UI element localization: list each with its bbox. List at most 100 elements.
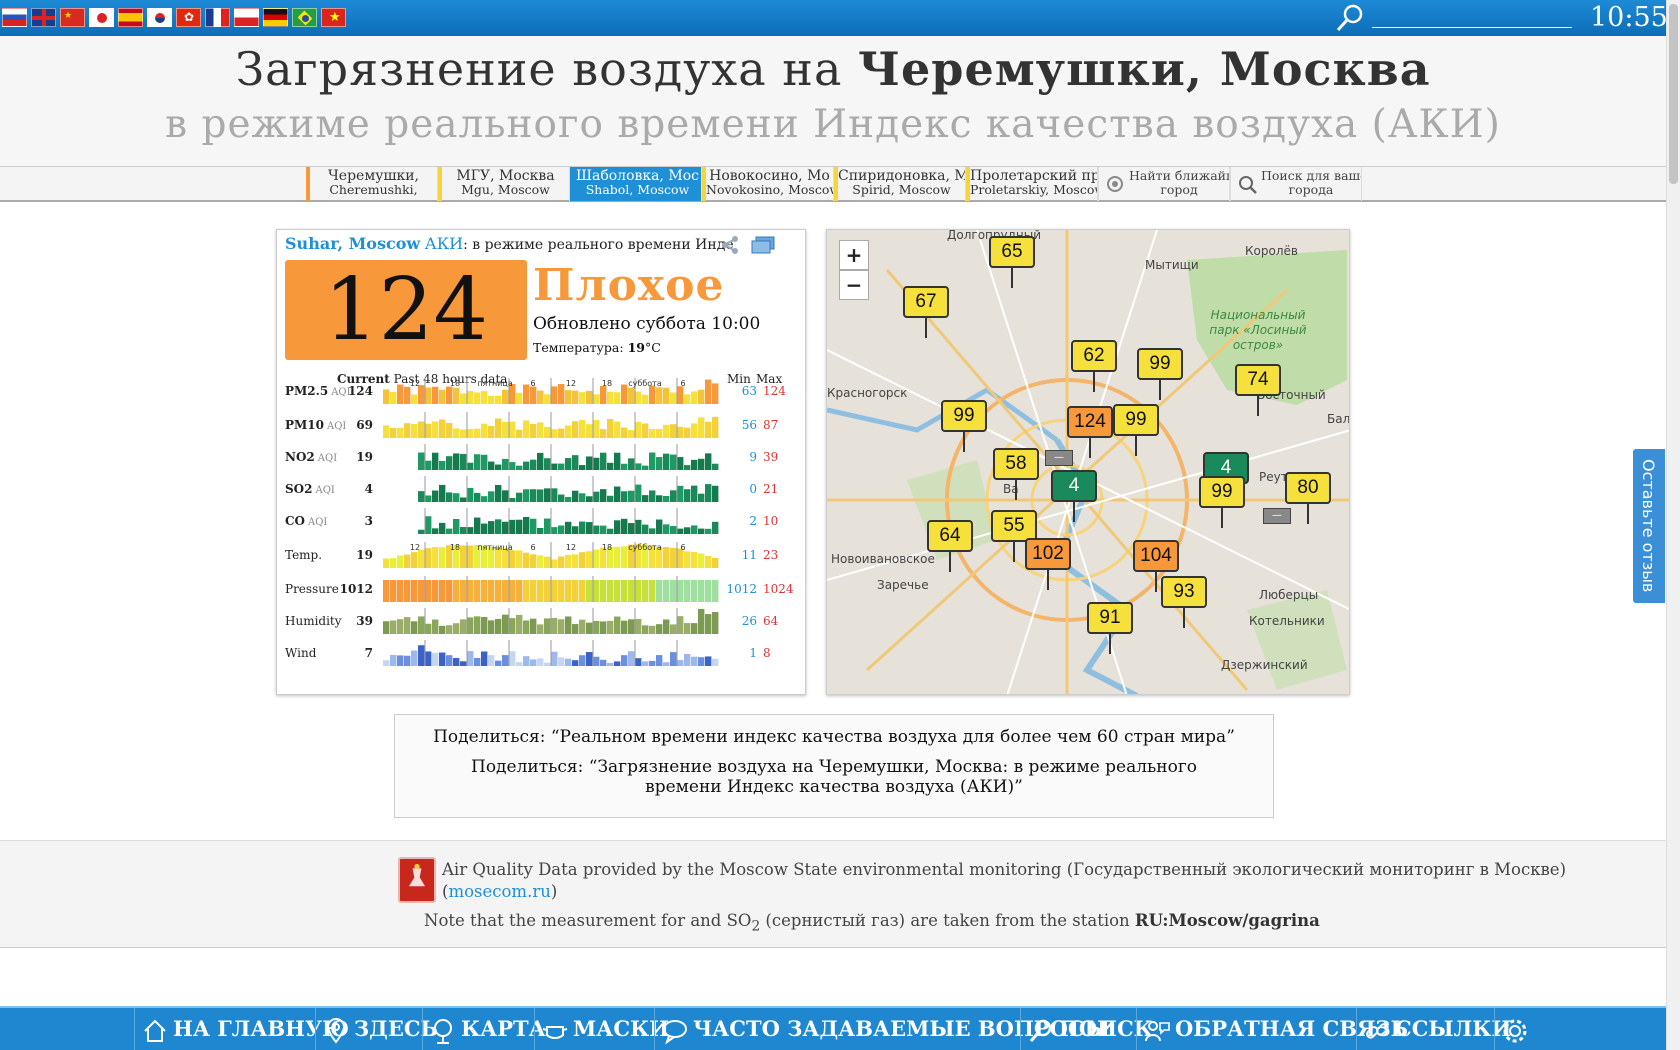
map-marker-grey[interactable]: — <box>1263 508 1291 524</box>
history-bar <box>446 625 453 634</box>
flag-hongkong-icon[interactable]: ✿ <box>176 8 201 27</box>
nav-settings-button[interactable] <box>1494 1008 1533 1050</box>
min-value: 9 <box>749 450 757 464</box>
history-bar <box>670 526 677 534</box>
map-marker[interactable]: 124 <box>1067 406 1113 458</box>
tab-proletarsky[interactable]: Пролетарский пр Proletarskiy, Moscow <box>966 167 1098 201</box>
map-marker[interactable]: 99 <box>1137 348 1183 400</box>
history-bar <box>558 525 565 534</box>
history-bar <box>614 616 621 634</box>
history-sparkline[interactable]: 12 18 пятница 6 12 18 суббота 6 <box>383 378 719 404</box>
map-marker[interactable]: 65 <box>989 236 1035 288</box>
history-bar <box>649 429 656 438</box>
aqi-map[interactable]: + − Долгопрудный Мытищи Королёв Национал… <box>826 229 1350 695</box>
history-bar <box>439 652 446 666</box>
map-marker-grey[interactable]: — <box>1045 450 1073 466</box>
flag-spain-icon[interactable] <box>118 8 143 27</box>
history-bar <box>551 463 558 470</box>
history-bar <box>558 657 565 666</box>
flag-russian-icon[interactable] <box>2 8 27 27</box>
history-sparkline[interactable] <box>383 476 719 502</box>
current-value: 39 <box>356 614 373 628</box>
map-marker[interactable]: 99 <box>1199 476 1245 528</box>
tab-mgu[interactable]: МГУ, Москва Mgu, Moscow <box>438 167 570 201</box>
vertical-scrollbar[interactable] <box>1666 0 1680 1050</box>
history-bar <box>670 392 677 404</box>
history-sparkline[interactable] <box>383 640 719 666</box>
zoom-out-button[interactable]: − <box>839 270 869 300</box>
history-bar <box>551 580 558 602</box>
history-bar <box>460 661 467 666</box>
flag-germany-icon[interactable] <box>263 8 288 27</box>
history-sparkline[interactable] <box>383 444 719 470</box>
flag-uk-icon[interactable] <box>31 8 56 27</box>
history-bar <box>516 492 523 502</box>
nav-links-button[interactable]: ССЫЛКИ <box>1356 1008 1511 1050</box>
history-bar <box>474 454 481 470</box>
map-marker[interactable]: 91 <box>1087 602 1133 654</box>
flag-france-icon[interactable] <box>205 8 230 27</box>
history-bar <box>467 617 474 634</box>
history-bar <box>572 554 579 568</box>
tab-spiridonovka[interactable]: Спиридоновка, М Spirid, Moscow <box>834 167 966 201</box>
history-bar <box>383 621 390 634</box>
map-marker[interactable]: 99 <box>941 400 987 452</box>
flag-japan-icon[interactable] <box>89 8 114 27</box>
map-marker[interactable]: 102 <box>1025 538 1071 590</box>
history-sparkline[interactable]: 12 18 пятница 6 12 18 суббота 6 <box>383 542 719 568</box>
history-bar <box>439 460 446 470</box>
map-marker[interactable]: 4 <box>1051 470 1097 522</box>
map-marker[interactable]: 80 <box>1285 472 1331 524</box>
mosecom-link[interactable]: mosecom.ru <box>448 882 550 901</box>
map-marker[interactable]: 67 <box>903 286 949 338</box>
station-name[interactable]: Suhar, Moscow <box>285 234 420 253</box>
history-sparkline[interactable] <box>383 576 719 602</box>
map-marker[interactable]: 104 <box>1133 540 1179 592</box>
history-bar <box>495 519 502 534</box>
history-bar <box>404 617 411 634</box>
map-marker[interactable]: 93 <box>1161 576 1207 628</box>
share-link[interactable]: Поделиться: “Реальном времени индекс кач… <box>395 727 1273 747</box>
share-icon[interactable] <box>721 236 739 254</box>
history-bar <box>537 390 544 404</box>
history-bar <box>621 384 628 404</box>
map-marker[interactable]: 64 <box>927 520 973 572</box>
map-marker[interactable]: 58 <box>993 448 1039 500</box>
history-sparkline[interactable] <box>383 412 719 438</box>
flag-poland-icon[interactable] <box>234 8 259 27</box>
flag-china-icon[interactable]: ★ <box>60 8 85 27</box>
flag-vietnam-icon[interactable]: ★ <box>321 8 346 27</box>
zoom-in-button[interactable]: + <box>839 240 869 270</box>
map-marker[interactable]: 99 <box>1113 404 1159 456</box>
history-bar <box>453 519 460 534</box>
history-bar <box>383 660 390 666</box>
history-sparkline[interactable] <box>383 508 719 534</box>
nav-masks-button[interactable]: МАСКИ <box>534 1008 669 1050</box>
feedback-tab[interactable]: Оставьте отзыв <box>1632 448 1666 604</box>
search-icon[interactable] <box>1334 3 1366 33</box>
map-marker[interactable]: 74 <box>1235 364 1281 416</box>
flag-korea-icon[interactable] <box>147 8 172 27</box>
note-text: (сернистый газ) are taken from the stati… <box>760 911 1135 930</box>
windows-icon[interactable] <box>751 236 775 254</box>
history-sparkline[interactable] <box>383 608 719 634</box>
tab-cheremushki[interactable]: Черемушки, Cheremushki, <box>306 167 438 201</box>
map-label: Бал <box>1327 412 1350 426</box>
search-input[interactable] <box>1372 27 1572 28</box>
history-bar <box>418 580 425 602</box>
map-marker[interactable]: 62 <box>1071 340 1117 392</box>
tab-shabolovka[interactable]: Шаболовка, Мос Shabol, Moscow <box>570 167 702 201</box>
scrollbar-thumb[interactable] <box>1669 4 1678 184</box>
flag-brazil-icon[interactable] <box>292 8 317 27</box>
nav-here-button[interactable]: ЗДЕСЬ <box>315 1008 438 1050</box>
current-value: 1012 <box>339 582 373 596</box>
find-nearest-city-button[interactable]: Найти ближайшийгород <box>1098 167 1230 201</box>
history-bar <box>607 528 614 534</box>
nav-map-button[interactable]: КАРТА <box>422 1008 546 1050</box>
tab-novokosino[interactable]: Новокосино, Мо Novokosino, Moscow <box>702 167 834 201</box>
nav-search-button[interactable]: ПОИСК <box>1020 1008 1153 1050</box>
search-city-button[interactable]: Поиск для вашегогорода <box>1230 167 1362 201</box>
tab-sublabel: Cheremushki, <box>329 182 418 197</box>
history-bar <box>565 390 572 404</box>
share-link[interactable]: Поделиться: “Загрязнение воздуха на Чере… <box>395 757 1273 797</box>
